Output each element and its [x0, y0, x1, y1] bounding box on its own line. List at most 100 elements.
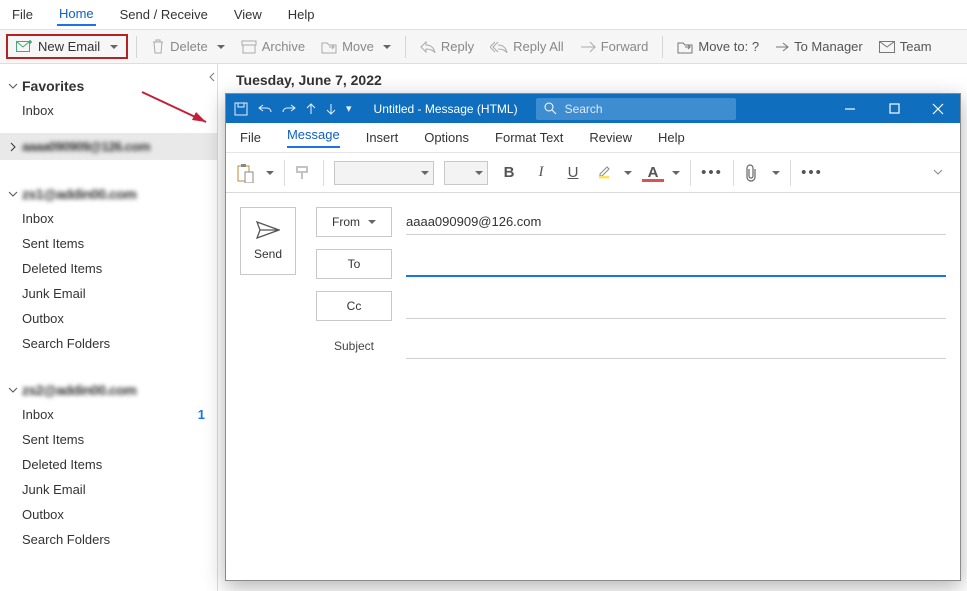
tab-file[interactable]: File: [240, 130, 261, 145]
compose-search[interactable]: Search: [536, 98, 736, 120]
acct1-search[interactable]: Search Folders: [0, 331, 217, 356]
menu-help[interactable]: Help: [286, 5, 317, 24]
subject-field[interactable]: [406, 333, 946, 359]
font-color-button[interactable]: A: [642, 164, 664, 182]
forward-button[interactable]: Forward: [574, 36, 655, 57]
archive-label: Archive: [262, 39, 305, 54]
mail-icon: [879, 41, 895, 53]
bold-button[interactable]: B: [498, 164, 520, 181]
chevron-down-icon[interactable]: [262, 165, 274, 180]
tab-review[interactable]: Review: [589, 130, 632, 145]
compose-titlebar[interactable]: ▾ Untitled - Message (HTML) Search: [226, 94, 960, 123]
to-button[interactable]: To: [316, 249, 392, 279]
cc-field[interactable]: [406, 293, 946, 319]
delete-label: Delete: [170, 39, 208, 54]
main-menubar: File Home Send / Receive View Help: [0, 0, 967, 30]
attach-icon[interactable]: [744, 164, 758, 182]
folder-label: Junk Email: [22, 286, 86, 301]
compose-body: Send From aaaa090909@126.com To Cc: [226, 193, 960, 580]
chevron-down-icon: [106, 39, 118, 54]
forward-icon: [775, 42, 789, 52]
tab-options[interactable]: Options: [424, 130, 469, 145]
more-commands-button[interactable]: •••: [801, 164, 823, 181]
maximize-button[interactable]: [872, 94, 916, 123]
fav-inbox[interactable]: Inbox: [0, 98, 207, 123]
separator: [733, 160, 734, 186]
to-manager-button[interactable]: To Manager: [769, 36, 869, 57]
search-placeholder: Search: [565, 102, 603, 116]
tab-help[interactable]: Help: [658, 130, 685, 145]
account-1-header[interactable]: zs1@addin00.com: [0, 178, 217, 206]
tab-format-text[interactable]: Format Text: [495, 130, 563, 145]
acct1-sent[interactable]: Sent Items: [0, 231, 217, 256]
acct1-junk[interactable]: Junk Email: [0, 281, 217, 306]
acct2-deleted[interactable]: Deleted Items: [0, 452, 217, 477]
favorites-label: Favorites: [22, 78, 84, 94]
format-painter-icon[interactable]: [295, 165, 313, 181]
from-button[interactable]: From: [316, 207, 392, 237]
send-button[interactable]: Send: [240, 207, 296, 275]
menu-home[interactable]: Home: [57, 4, 96, 26]
reply-label: Reply: [441, 39, 474, 54]
reply-all-button[interactable]: Reply All: [484, 36, 570, 57]
fav-inbox-label: Inbox: [22, 103, 54, 118]
to-field[interactable]: [406, 251, 946, 277]
qat-customize-icon[interactable]: ▾: [346, 102, 352, 115]
quick-move-button[interactable]: Move to: ?: [671, 36, 765, 57]
folder-label: Inbox: [22, 407, 54, 422]
acct2-inbox[interactable]: Inbox 1: [0, 402, 217, 427]
folder-arrow-icon: [677, 40, 693, 54]
save-icon[interactable]: [234, 102, 248, 116]
collapse-ribbon-button[interactable]: [932, 165, 950, 180]
acct2-sent[interactable]: Sent Items: [0, 427, 217, 452]
folder-label: Outbox: [22, 311, 64, 326]
highlight-button[interactable]: [594, 163, 616, 183]
menu-view[interactable]: View: [232, 5, 264, 24]
redo-icon[interactable]: [282, 103, 296, 115]
quick-move-label: Move to: ?: [698, 39, 759, 54]
account-0-header[interactable]: aaaa090909@126.com: [0, 133, 217, 160]
italic-button[interactable]: I: [530, 164, 552, 181]
chevron-down-icon[interactable]: [620, 165, 632, 180]
font-size-dropdown[interactable]: [444, 161, 488, 185]
underline-button[interactable]: U: [562, 164, 584, 181]
menu-file[interactable]: File: [10, 5, 35, 24]
compose-window: ▾ Untitled - Message (HTML) Search File …: [225, 93, 961, 581]
acct1-outbox[interactable]: Outbox: [0, 306, 217, 331]
menu-send-receive[interactable]: Send / Receive: [118, 5, 210, 24]
chevron-down-icon[interactable]: [768, 165, 780, 180]
acct1-inbox[interactable]: Inbox: [0, 206, 217, 231]
chevron-down-icon[interactable]: [668, 165, 680, 180]
new-email-button[interactable]: New Email: [6, 34, 128, 59]
font-family-dropdown[interactable]: [334, 161, 434, 185]
acct2-search[interactable]: Search Folders: [0, 527, 217, 552]
move-button[interactable]: Move: [315, 36, 397, 57]
archive-button[interactable]: Archive: [235, 36, 311, 57]
reply-button[interactable]: Reply: [414, 36, 480, 57]
down-arrow-icon[interactable]: [326, 103, 336, 115]
team-button[interactable]: Team: [873, 36, 938, 57]
chevron-down-icon: [213, 39, 225, 54]
acct2-outbox[interactable]: Outbox: [0, 502, 217, 527]
up-arrow-icon[interactable]: [306, 103, 316, 115]
delete-button[interactable]: Delete: [145, 36, 231, 58]
favorites-header[interactable]: Favorites: [0, 70, 207, 98]
to-label: To: [348, 257, 361, 271]
close-button[interactable]: [916, 94, 960, 123]
cc-button[interactable]: Cc: [316, 291, 392, 321]
account-2-header[interactable]: zs2@addin00.com: [0, 374, 217, 402]
acct2-junk[interactable]: Junk Email: [0, 477, 217, 502]
undo-icon[interactable]: [258, 103, 272, 115]
acct1-deleted[interactable]: Deleted Items: [0, 256, 217, 281]
minimize-button[interactable]: [828, 94, 872, 123]
move-icon: [321, 40, 337, 54]
paste-icon[interactable]: [236, 163, 254, 183]
account-1-label: zs1@addin00.com: [22, 186, 136, 202]
folder-sidebar: Favorites Inbox aaaa090909@126.com zs1@a…: [0, 64, 218, 591]
more-formatting-button[interactable]: •••: [701, 164, 723, 181]
ribbon-toolbar: New Email Delete Archive Move Reply Repl…: [0, 30, 967, 64]
collapse-handle[interactable]: [207, 70, 217, 123]
tab-insert[interactable]: Insert: [366, 130, 399, 145]
tab-message[interactable]: Message: [287, 127, 340, 148]
trash-icon: [151, 39, 165, 55]
